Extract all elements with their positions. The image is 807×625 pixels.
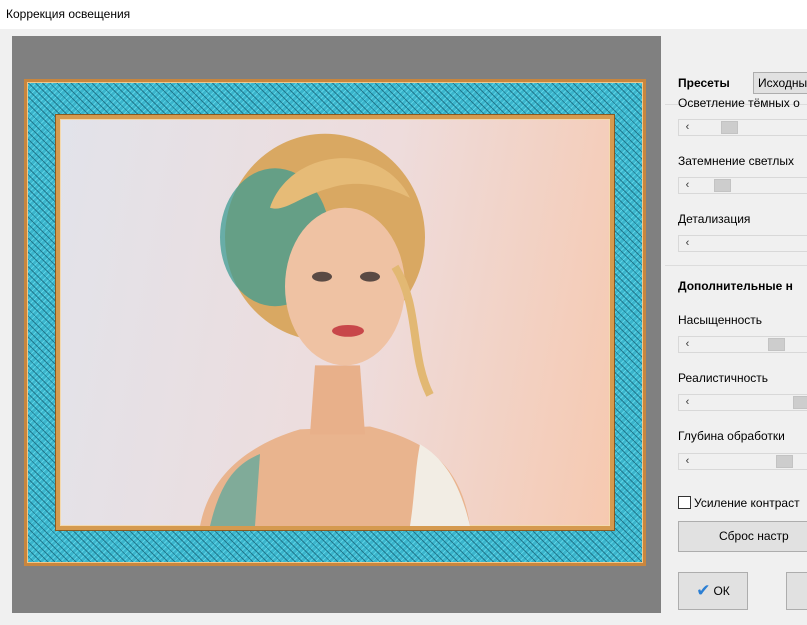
presets-dropdown[interactable]: Исходный xyxy=(753,72,807,94)
slider-label: Насыщенность xyxy=(678,313,763,327)
advanced-heading: Дополнительные н xyxy=(678,279,793,293)
photo xyxy=(56,115,614,530)
arrow-left-icon[interactable]: ‹ xyxy=(679,454,696,469)
brighten-shadows-slider[interactable]: ‹ xyxy=(678,119,807,136)
settings-panel: Пресеты Исходный Осветление тёмных о ‹ З… xyxy=(661,29,807,625)
slider-thumb[interactable] xyxy=(768,338,785,351)
arrow-left-icon[interactable]: ‹ xyxy=(679,337,696,352)
arrow-left-icon[interactable]: ‹ xyxy=(679,120,696,135)
slider-label: Осветление тёмных о xyxy=(678,96,800,110)
contrast-checkbox-label: Усиление контраст xyxy=(694,496,800,510)
detail-slider[interactable]: ‹ xyxy=(678,235,807,252)
window-title: Коррекция освещения xyxy=(6,7,131,21)
ok-label: ОК xyxy=(713,584,730,598)
realism-slider[interactable]: ‹ xyxy=(678,394,807,411)
slider-label: Детализация xyxy=(678,212,751,226)
photo-frame xyxy=(24,79,646,566)
arrow-left-icon[interactable]: ‹ xyxy=(679,178,696,193)
portrait-image xyxy=(200,133,470,526)
contrast-checkbox[interactable] xyxy=(678,496,691,509)
contrast-checkbox-row[interactable]: Усиление контраст xyxy=(678,496,800,512)
cancel-button[interactable] xyxy=(786,572,807,610)
divider xyxy=(665,265,807,266)
presets-label: Пресеты xyxy=(678,76,730,90)
checkmark-icon: ✔ xyxy=(696,581,711,600)
slider-label: Глубина обработки xyxy=(678,429,785,443)
arrow-left-icon[interactable]: ‹ xyxy=(679,236,696,251)
slider-label: Реалистичность xyxy=(678,371,769,385)
saturation-slider[interactable]: ‹ xyxy=(678,336,807,353)
darken-highlights-slider[interactable]: ‹ xyxy=(678,177,807,194)
title-bar: Коррекция освещения xyxy=(0,0,807,29)
arrow-left-icon[interactable]: ‹ xyxy=(679,395,696,410)
slider-thumb[interactable] xyxy=(721,121,738,134)
slider-thumb[interactable] xyxy=(793,396,807,409)
slider-thumb[interactable] xyxy=(776,455,793,468)
reset-button[interactable]: Сброс настр xyxy=(678,521,807,552)
ok-button[interactable]: ✔ ОК xyxy=(678,572,748,610)
slider-label: Затемнение светлых xyxy=(678,154,794,168)
depth-slider[interactable]: ‹ xyxy=(678,453,807,470)
slider-thumb[interactable] xyxy=(714,179,731,192)
